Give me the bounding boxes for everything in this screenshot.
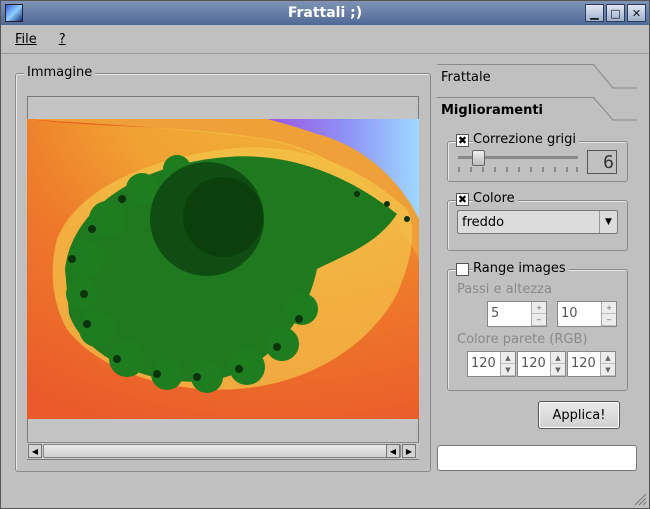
tab-frattale-label: Frattale (441, 69, 491, 85)
wall-g-down[interactable]: ▼ (551, 364, 565, 376)
color-label: Colore (473, 191, 518, 206)
maximize-button[interactable]: □ (606, 4, 625, 22)
apply-button[interactable]: Applica! (538, 401, 620, 429)
wall-r-spinbox[interactable]: 120 ▲ ▼ (467, 351, 516, 377)
main-window: Frattali ;) ▁ □ ✕ File ? Immagine ◀ ◀ ▶ … (0, 0, 650, 509)
title-bar[interactable]: Frattali ;) ▁ □ ✕ (1, 1, 649, 25)
menu-file[interactable]: File (15, 32, 37, 47)
wall-b-down[interactable]: ▼ (601, 364, 615, 376)
slider-ticks (458, 167, 578, 172)
grey-value-display: 6 (587, 150, 617, 174)
wall-b-spinbox[interactable]: 120 ▲ ▼ (567, 351, 616, 377)
fractal-image (27, 119, 419, 419)
wall-r-down[interactable]: ▼ (501, 364, 515, 376)
horizontal-scrollbar[interactable]: ◀ ◀ ▶ (27, 442, 419, 459)
wall-b-up[interactable]: ▲ (601, 352, 615, 364)
close-button[interactable]: ✕ (627, 4, 646, 22)
tab-miglioramenti-label: Miglioramenti (441, 102, 544, 118)
minimize-button[interactable]: ▁ (585, 4, 604, 22)
height-down[interactable]: − (602, 314, 616, 326)
wall-r-value: 120 (471, 356, 496, 371)
height-spinbox[interactable]: 10 + − (557, 301, 617, 327)
color-checkbox[interactable]: ✖ (456, 193, 469, 206)
color-select[interactable]: freddo ▼ (457, 210, 618, 234)
wall-g-value: 120 (521, 356, 546, 371)
menu-bar: File ? (1, 26, 649, 54)
height-value: 10 (561, 306, 578, 321)
scroll-right-button[interactable]: ▶ (402, 444, 416, 458)
wall-g-up[interactable]: ▲ (551, 352, 565, 364)
fractal-svg (27, 119, 419, 419)
tab-divider (437, 64, 593, 65)
grey-correction-label: Correzione grigi (473, 132, 580, 147)
scroll-left-button-2[interactable]: ◀ (386, 444, 400, 458)
scroll-left-button[interactable]: ◀ (28, 444, 42, 458)
app-icon[interactable] (5, 4, 23, 22)
resize-grip-icon[interactable] (633, 492, 647, 506)
tab-miglioramenti[interactable]: Miglioramenti (437, 97, 637, 123)
wall-g-spinbox[interactable]: 120 ▲ ▼ (517, 351, 566, 377)
steps-spinbox[interactable]: 5 + − (487, 301, 547, 327)
range-images-label: Range images (473, 261, 569, 276)
menu-help[interactable]: ? (59, 32, 66, 47)
color-select-value: freddo (462, 214, 505, 230)
window-title: Frattali ;) (287, 5, 363, 21)
steps-label: Passi e altezza (457, 282, 552, 297)
wall-r-up[interactable]: ▲ (501, 352, 515, 364)
grey-slider-handle[interactable] (472, 150, 485, 166)
chevron-down-icon[interactable]: ▼ (599, 211, 617, 233)
height-up[interactable]: + (602, 302, 616, 314)
steps-value: 5 (491, 306, 500, 321)
scroll-thumb[interactable] (43, 444, 401, 458)
steps-up[interactable]: + (532, 302, 546, 314)
wall-b-value: 120 (571, 356, 596, 371)
status-field[interactable] (437, 445, 637, 471)
wall-color-label: Colore parete (RGB) (457, 332, 588, 347)
grey-correction-checkbox[interactable]: ✖ (456, 134, 469, 147)
image-group-title: Immagine (24, 65, 96, 81)
steps-down[interactable]: − (532, 314, 546, 326)
range-images-checkbox[interactable] (456, 263, 469, 276)
